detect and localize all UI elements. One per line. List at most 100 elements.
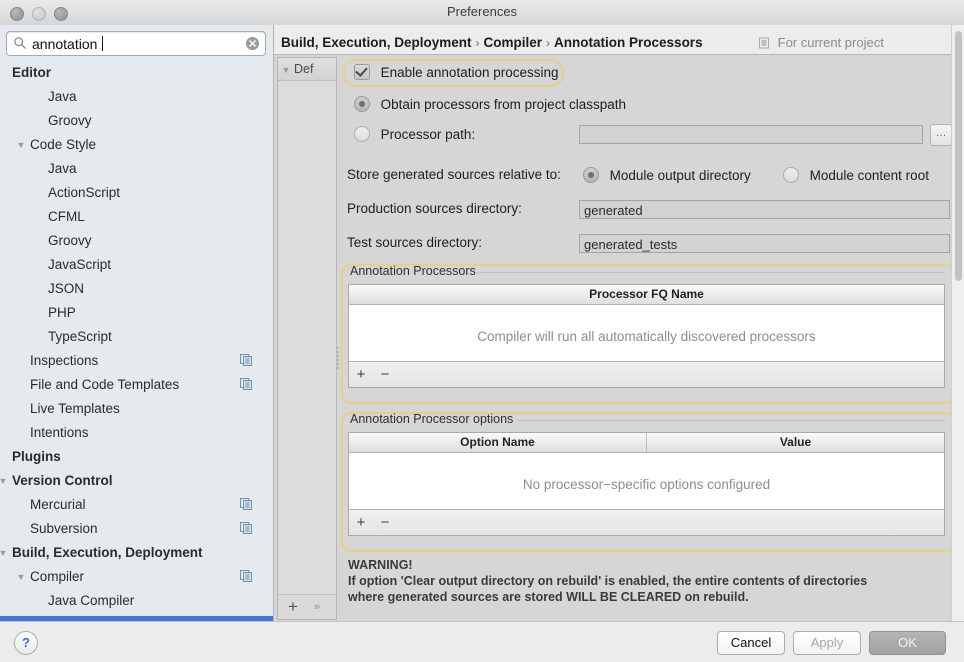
sidebar-item-java[interactable]: Java <box>0 85 273 109</box>
column-header-option-name[interactable]: Option Name <box>349 433 646 452</box>
project-scope-icon <box>240 378 252 390</box>
sidebar-item-typescript[interactable]: TypeScript <box>0 325 273 349</box>
module-output-directory-label: Module output directory <box>609 168 751 183</box>
annotation-processors-form: Enable annotation processing Obtain proc… <box>340 57 958 618</box>
sidebar-item-javascript[interactable]: JavaScript <box>0 253 273 277</box>
sidebar-item-live-templates[interactable]: Live Templates <box>0 397 273 421</box>
chevron-down-icon[interactable]: ▼ <box>278 59 294 80</box>
settings-sidebar: EditorJavaGroovy▼Code StyleJavaActionScr… <box>0 25 274 621</box>
profile-column: ▼ Def + » <box>277 57 337 620</box>
table-body[interactable]: No processor−specific options configured <box>349 453 944 509</box>
sidebar-item-build-execution-deployment[interactable]: ▼Build, Execution, Deployment <box>0 541 273 565</box>
test-sources-input[interactable]: generated_tests <box>579 234 950 253</box>
sidebar-item-file-and-code-templates[interactable]: File and Code Templates <box>0 373 273 397</box>
settings-content: Build, Execution, Deployment › Compiler › An… <box>274 25 964 621</box>
add-processor-button[interactable]: + <box>349 362 373 387</box>
annotation-processor-options-group-title: Annotation Processor options <box>350 412 514 426</box>
table-header-row: Processor FQ Name <box>349 285 944 305</box>
sidebar-item-label: TypeScript <box>48 329 112 344</box>
chevron-down-icon[interactable]: ▼ <box>14 133 28 157</box>
project-scope-icon <box>759 37 769 49</box>
warning-line-3: where generated sources are stored WILL … <box>348 590 749 604</box>
sidebar-item-json[interactable]: JSON <box>0 277 273 301</box>
project-scope-icon <box>240 498 252 510</box>
annotation-processor-options-group: Annotation Processor options Option Name… <box>348 412 945 540</box>
processor-path-row[interactable]: Processor path: <box>354 126 475 142</box>
warning-line-2: If option 'Clear output directory on reb… <box>348 574 868 588</box>
clear-icon[interactable] <box>245 36 260 51</box>
sidebar-item-actionscript[interactable]: ActionScript <box>0 181 273 205</box>
breadcrumb-segment[interactable]: Build, Execution, Deployment <box>281 35 472 50</box>
sidebar-item-label: Plugins <box>12 449 61 464</box>
ok-button[interactable]: OK <box>869 631 946 655</box>
sidebar-item-code-style[interactable]: ▼ Code Style <box>0 133 273 157</box>
sidebar-item-label: Groovy <box>48 113 92 128</box>
sidebar-item-label: Version Control <box>12 473 113 488</box>
sidebar-item-intentions[interactable]: Intentions <box>0 421 273 445</box>
obtain-processors-row[interactable]: Obtain processors from project classpath <box>354 96 626 112</box>
module-content-root-radio[interactable] <box>783 167 799 183</box>
annotation-processors-table: Processor FQ Name Compiler will run all … <box>348 284 945 388</box>
apply-button[interactable]: Apply <box>793 631 861 655</box>
sidebar-item-groovy[interactable]: Groovy <box>0 229 273 253</box>
sidebar-item-plugins[interactable]: Plugins <box>0 445 273 469</box>
processor-path-browse-button[interactable]: … <box>930 124 952 146</box>
warning-line-1: WARNING! <box>348 558 413 572</box>
production-sources-input[interactable]: generated <box>579 200 950 219</box>
sidebar-item-php[interactable]: PHP <box>0 301 273 325</box>
module-output-directory-row[interactable]: Module output directory <box>583 167 751 183</box>
search-box[interactable] <box>6 31 266 56</box>
sidebar-item-subversion[interactable]: Subversion <box>0 517 273 541</box>
sidebar-item-inspections[interactable]: Inspections <box>0 349 273 373</box>
breadcrumb-segment[interactable]: Annotation Processors <box>554 35 703 50</box>
breadcrumb-segment[interactable]: Compiler <box>484 35 543 50</box>
sidebar-item-java[interactable]: Java <box>0 157 273 181</box>
obtain-processors-radio[interactable] <box>354 96 370 112</box>
content-vertical-scrollbar[interactable] <box>951 25 964 621</box>
add-profile-button[interactable]: + <box>288 597 298 617</box>
sidebar-item-version-control[interactable]: ▼Version Control <box>0 469 273 493</box>
table-body[interactable]: Compiler will run all automatically disc… <box>349 305 944 361</box>
remove-processor-button[interactable]: − <box>373 362 397 387</box>
enable-annotation-processing-label: Enable annotation processing <box>380 65 559 80</box>
sidebar-item-label: Subversion <box>30 521 98 536</box>
sidebar-item-label: JavaScript <box>48 257 112 272</box>
profile-tree-root[interactable]: ▼ Def <box>278 58 336 81</box>
expand-profiles-button[interactable]: » <box>314 599 320 616</box>
project-scope-icon <box>240 354 252 366</box>
sidebar-item-java-compiler[interactable]: Java Compiler <box>0 589 273 613</box>
sidebar-item-cfml[interactable]: CFML <box>0 205 273 229</box>
help-button[interactable]: ? <box>14 631 38 655</box>
sidebar-item-label: JSON <box>48 281 85 296</box>
processor-path-input[interactable] <box>579 125 923 144</box>
module-output-directory-radio[interactable] <box>583 167 599 183</box>
remove-option-button[interactable]: − <box>373 510 397 535</box>
sidebar-item-editor[interactable]: Editor <box>0 61 273 85</box>
add-option-button[interactable]: + <box>349 510 373 535</box>
sidebar-item-mercurial[interactable]: Mercurial <box>0 493 273 517</box>
sidebar-item-groovy[interactable]: Groovy <box>0 109 273 133</box>
scope-hint: For current project <box>758 34 884 52</box>
scope-hint-label: For current project <box>777 35 884 50</box>
processor-path-radio[interactable] <box>354 126 370 142</box>
scrollbar-thumb[interactable] <box>955 31 962 281</box>
enable-annotation-processing-row[interactable]: Enable annotation processing <box>354 64 559 80</box>
sidebar-item-label: ActionScript <box>48 185 121 200</box>
chevron-down-icon[interactable]: ▼ <box>0 541 10 565</box>
chevron-down-icon[interactable]: ▼ <box>0 469 10 493</box>
column-header-processor-fq-name[interactable]: Processor FQ Name <box>349 285 944 304</box>
chevron-down-icon[interactable]: ▼ <box>14 565 28 589</box>
sidebar-item-label: Compiler <box>30 569 85 584</box>
search-input[interactable] <box>32 34 232 53</box>
enable-annotation-processing-checkbox[interactable] <box>354 64 370 80</box>
cancel-button[interactable]: Cancel <box>717 631 785 655</box>
sidebar-item-compiler[interactable]: ▼ Compiler <box>0 565 273 589</box>
store-relative-label: Store generated sources relative to: <box>347 167 561 182</box>
column-header-value[interactable]: Value <box>646 433 944 452</box>
title-bar: Preferences <box>0 0 964 26</box>
sidebar-item-label: Java <box>48 89 77 104</box>
sidebar-item-label: Code Style <box>30 137 97 152</box>
obtain-processors-label: Obtain processors from project classpath <box>380 97 626 112</box>
project-scope-icon <box>240 570 252 582</box>
module-content-root-row[interactable]: Module content root <box>783 167 929 183</box>
